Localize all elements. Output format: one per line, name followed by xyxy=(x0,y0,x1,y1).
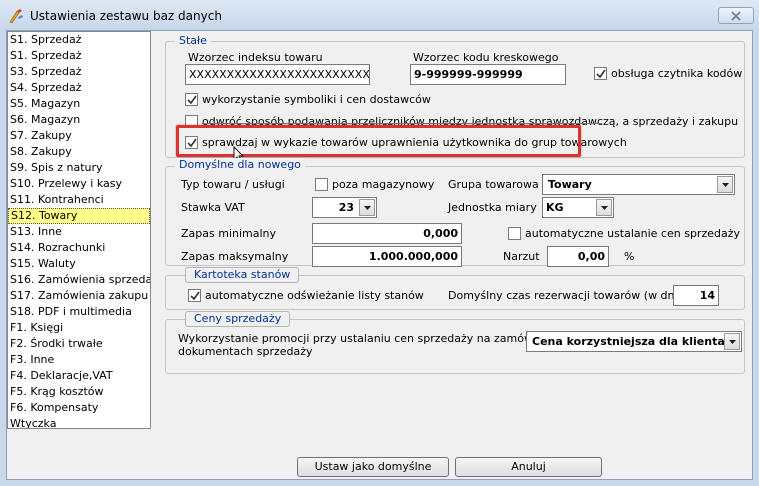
group-prices-title: Ceny sprzedaży xyxy=(185,311,291,327)
reservation-label: Domyślny czas rezerwacji towarów (w dnia… xyxy=(448,289,706,302)
sidebar-item[interactable]: F1. Księgi xyxy=(8,320,150,336)
barcode-reader-label: obsługa czytnika kodów xyxy=(611,67,743,80)
barcode-reader-checkbox[interactable] xyxy=(594,67,607,80)
group-stale-title: Stałe xyxy=(175,34,211,48)
sidebar-item[interactable]: S16. Zamówienia sprzedaży xyxy=(8,272,150,288)
converters-overlap-line xyxy=(202,123,602,124)
window-title: Ustawienia zestawu baz danych xyxy=(30,9,222,23)
checkmark-icon xyxy=(596,69,606,79)
promo-dropdown-button[interactable] xyxy=(724,333,740,350)
sidebar-item[interactable]: S7. Zakupy xyxy=(8,128,150,144)
markup-label: Narzut xyxy=(503,250,540,263)
reservation-input[interactable]: 14 xyxy=(673,285,719,306)
vat-dropdown-button[interactable] xyxy=(359,199,375,216)
unit-select[interactable]: KG xyxy=(542,197,614,218)
title-bar: Ustawienia zestawu baz danych xyxy=(0,0,759,30)
promo-select-value: Cena korzystniejsza dla klienta xyxy=(532,335,725,348)
auto-prices-checkbox[interactable] xyxy=(508,227,521,240)
promo-label-line2: dokumentach sprzedaży xyxy=(178,345,313,358)
offstock-label: poza magazynowy xyxy=(332,178,435,191)
symbols-label: wykorzystanie symboliki i cen dostawców xyxy=(202,93,431,106)
app-icon xyxy=(8,8,24,24)
auto-refresh-checkbox[interactable] xyxy=(188,289,201,302)
max-stock-input[interactable]: 1.000.000,000 xyxy=(312,246,462,267)
unit-dropdown-button[interactable] xyxy=(596,199,612,216)
close-icon xyxy=(731,10,741,21)
vat-select-value: 23 xyxy=(338,201,354,214)
barcode-pattern-input[interactable]: 9-999999-999999 xyxy=(410,64,566,85)
group-select-value: Towary xyxy=(548,178,592,191)
barcode-pattern-label: Wzorzec kodu kreskowego xyxy=(413,51,559,64)
min-stock-input[interactable]: 0,000 xyxy=(312,223,462,244)
set-default-button[interactable]: Ustaw jako domyślne xyxy=(297,457,449,477)
sidebar-item[interactable]: F3. Inne xyxy=(8,352,150,368)
index-pattern-input[interactable]: XXXXXXXXXXXXXXXXXXXXXXXXXXXX xyxy=(185,64,370,85)
sidebar-item[interactable]: S8. Zakupy xyxy=(8,144,150,160)
dialog-body: S1. Sprzedaż S1. Sprzedaż S3. Sprzedaż S4. … xyxy=(6,30,753,480)
settings-panel: Stałe Wzorzec indeksu towaru XXXXXXXXXXX… xyxy=(157,31,749,429)
sidebar-item[interactable]: F5. Krąg kosztów xyxy=(8,384,150,400)
sidebar-item[interactable]: S11. Kontrahenci xyxy=(8,192,150,208)
markup-unit: % xyxy=(624,250,635,263)
markup-input[interactable]: 0,00 xyxy=(547,246,609,267)
sidebar-item[interactable]: S4. Sprzedaż xyxy=(8,80,150,96)
cancel-button[interactable]: Anuluj xyxy=(455,457,602,477)
chevron-down-icon xyxy=(364,206,371,210)
min-stock-label: Zapas minimalny xyxy=(181,227,277,240)
type-label: Typ towaru / usługi xyxy=(181,178,285,191)
auto-refresh-label: automatyczne odświeżanie listy stanów xyxy=(205,289,424,302)
settings-category-list[interactable]: S1. Sprzedaż S1. Sprzedaż S3. Sprzedaż S4. … xyxy=(7,31,151,429)
sidebar-item[interactable]: S14. Rozrachunki xyxy=(8,240,150,256)
chevron-down-icon xyxy=(722,183,729,187)
auto-prices-label: automatyczne ustalanie cen sprzedaży xyxy=(525,227,741,240)
group-label: Grupa towarowa xyxy=(448,178,539,191)
sidebar-item[interactable]: S10. Przelewy i kasy xyxy=(8,176,150,192)
vat-select[interactable]: 23 xyxy=(312,197,377,218)
offstock-checkbox[interactable] xyxy=(315,178,328,191)
unit-label: Jednostka miary xyxy=(448,201,537,214)
sidebar-item[interactable]: S13. Inne xyxy=(8,224,150,240)
group-stock-card-title: Kartoteka stanów xyxy=(185,267,300,283)
group-dropdown-button[interactable] xyxy=(717,176,733,193)
sidebar-item[interactable]: S3. Sprzedaż xyxy=(8,64,150,80)
promo-select[interactable]: Cena korzystniejsza dla klienta xyxy=(526,331,742,352)
sidebar-item[interactable]: S5. Magazyn xyxy=(8,96,150,112)
sidebar-item[interactable]: S6. Magazyn xyxy=(8,112,150,128)
group-select[interactable]: Towary xyxy=(542,174,735,195)
sidebar-item[interactable]: F6. Kompensaty xyxy=(8,400,150,416)
sidebar-item[interactable]: S17. Zamówienia zakupu xyxy=(8,288,150,304)
vat-label: Stawka VAT xyxy=(181,201,245,214)
sidebar-item[interactable]: S15. Waluty xyxy=(8,256,150,272)
chevron-down-icon xyxy=(729,340,736,344)
promo-label-line1: Wykorzystanie promocji przy ustalaniu ce… xyxy=(178,332,580,345)
group-defaults-title: Domyślne dla nowego xyxy=(175,158,305,172)
sidebar-item[interactable]: S12. Towary xyxy=(8,208,150,224)
index-pattern-label: Wzorzec indeksu towaru xyxy=(188,51,323,64)
symbols-checkbox[interactable] xyxy=(185,93,198,106)
chevron-down-icon xyxy=(601,206,608,210)
sidebar-item[interactable]: S1. Sprzedaż xyxy=(8,32,150,48)
checkmark-icon xyxy=(187,95,197,105)
close-button[interactable] xyxy=(718,7,754,24)
sidebar-item[interactable]: S1. Sprzedaż xyxy=(8,48,150,64)
sidebar-item[interactable]: S18. PDF i multimedia xyxy=(8,304,150,320)
sidebar-item[interactable]: Wtyczka xyxy=(8,416,150,428)
max-stock-label: Zapas maksymalny xyxy=(181,250,289,263)
sidebar-item[interactable]: F4. Deklaracje,VAT xyxy=(8,368,150,384)
sidebar-item[interactable]: S9. Spis z natury xyxy=(8,160,150,176)
checkmark-icon xyxy=(190,291,200,301)
sidebar-item[interactable]: F2. Środki trwałe xyxy=(8,336,150,352)
unit-select-value: KG xyxy=(546,201,564,214)
